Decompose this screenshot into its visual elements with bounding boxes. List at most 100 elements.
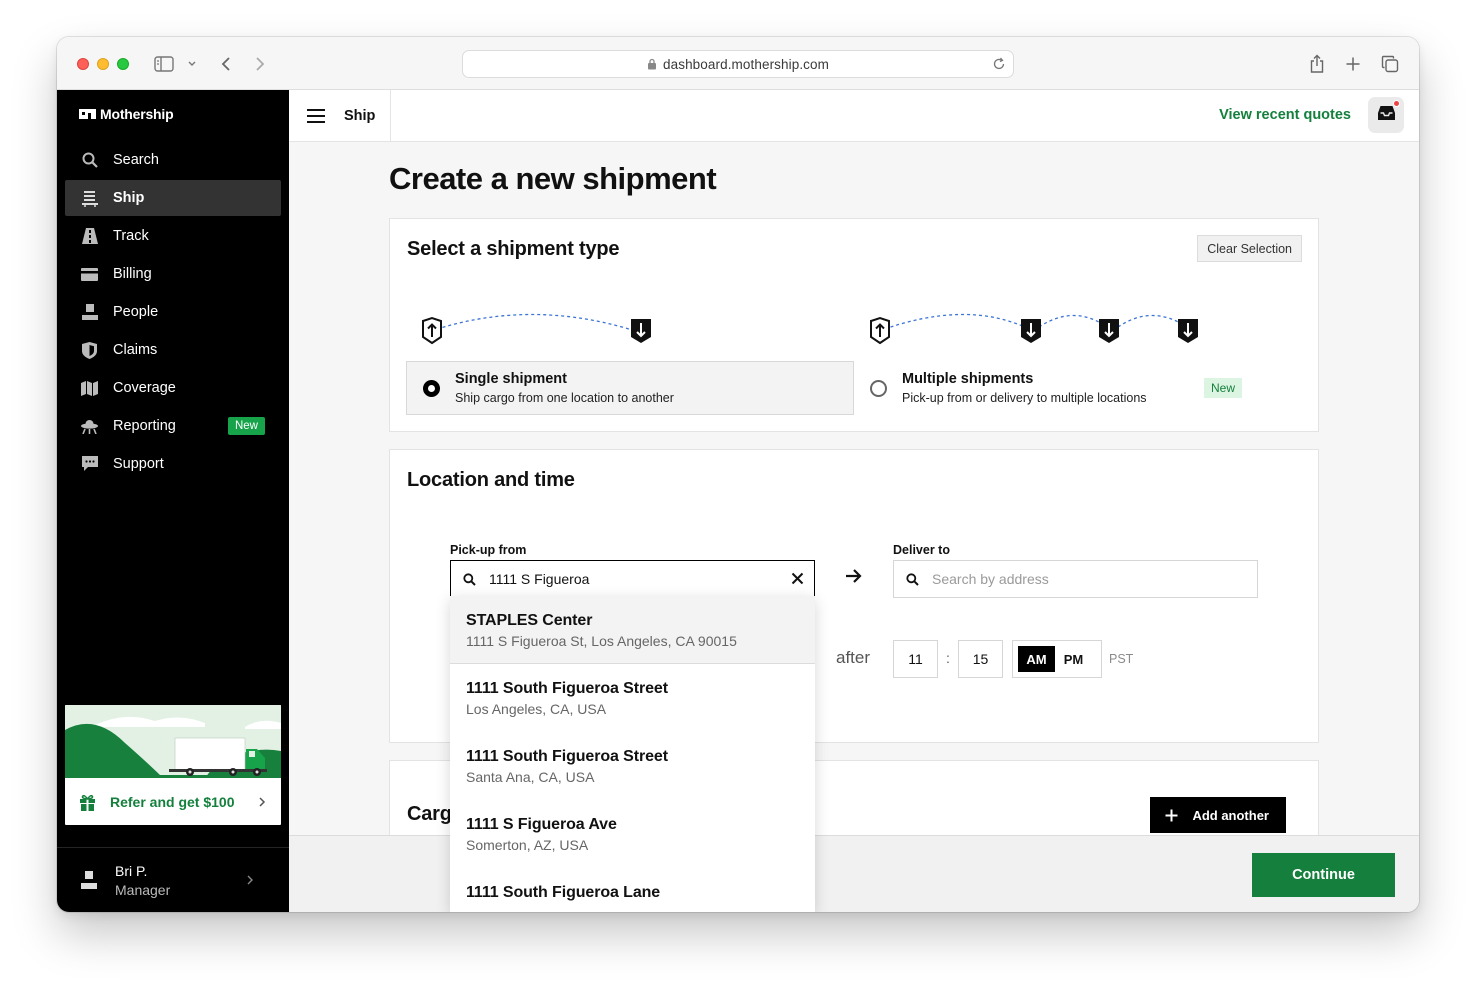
- lock-icon: [647, 58, 657, 70]
- minute-input[interactable]: 15: [958, 640, 1003, 678]
- dropoff-marker-icon: [1099, 319, 1119, 343]
- sidebar-item-search[interactable]: Search: [65, 142, 281, 178]
- suggestion-name: 1111 S Figueroa Ave: [466, 816, 617, 833]
- share-icon[interactable]: [1306, 53, 1328, 75]
- address-bar[interactable]: dashboard.mothership.com: [462, 50, 1014, 78]
- reload-icon[interactable]: [992, 57, 1006, 74]
- suggestion-name: 1111 South Figueroa Street: [466, 680, 668, 697]
- chevron-right-icon: [258, 795, 266, 811]
- sidebar-item-people[interactable]: People: [65, 294, 281, 330]
- pm-option[interactable]: PM: [1055, 646, 1092, 672]
- chevron-right-icon: [246, 873, 254, 891]
- sidebar-item-claims[interactable]: Claims: [65, 332, 281, 368]
- header-section-title: Ship: [344, 107, 376, 124]
- shipment-type-card: Select a shipment type Clear Selection S…: [389, 218, 1319, 432]
- sidebar-item-label: Ship: [113, 190, 145, 206]
- hour-input[interactable]: 11: [893, 640, 938, 678]
- ufo-icon: [81, 418, 98, 435]
- deliver-placeholder: Search by address: [932, 571, 1049, 587]
- plus-icon: [1165, 809, 1178, 822]
- credit-card-icon: [81, 266, 98, 283]
- suggestion-address: Santa Ana, CA, USA: [466, 769, 595, 785]
- mothership-logo-icon: [79, 109, 96, 119]
- brand-logo[interactable]: Mothership: [79, 106, 174, 122]
- suggestion-address: Los Angeles, CA, USA: [466, 701, 607, 717]
- ship-list-icon: [81, 190, 98, 207]
- search-icon: [906, 572, 919, 586]
- suggestion-item[interactable]: 1111 S Figueroa Ave Somerton, AZ, USA: [450, 800, 815, 868]
- user-role: Manager: [115, 881, 171, 898]
- new-badge: New: [1204, 378, 1243, 398]
- sidebar-item-label: Search: [113, 152, 159, 168]
- route-illustration: [422, 313, 1198, 345]
- clear-input-icon[interactable]: [791, 572, 804, 585]
- suggestion-item[interactable]: 1111 South Figueroa Street Los Angeles, …: [450, 664, 815, 732]
- sidebar-item-label: Support: [113, 456, 164, 472]
- app-header: Ship View recent quotes: [289, 90, 1419, 142]
- inbox-button[interactable]: [1368, 97, 1404, 133]
- sidebar-item-reporting[interactable]: Reporting New: [65, 408, 281, 444]
- browser-window: dashboard.mothership.com Mothership Sear…: [57, 37, 1419, 912]
- search-icon: [463, 572, 476, 586]
- radio-unselected[interactable]: [870, 379, 887, 397]
- continue-button[interactable]: Continue: [1252, 853, 1395, 897]
- user-menu[interactable]: Bri P. Manager: [57, 847, 289, 912]
- tab-overview-icon[interactable]: [1379, 53, 1401, 75]
- search-icon: [81, 152, 98, 169]
- card-title: Location and time: [407, 469, 575, 491]
- sidebar-item-support[interactable]: Support: [65, 446, 281, 482]
- suggestion-item[interactable]: 1111 South Figueroa Street Santa Ana, CA…: [450, 732, 815, 800]
- road-icon: [81, 228, 98, 245]
- option-subtitle: Ship cargo from one location to another: [455, 391, 674, 405]
- forward-arrow-icon[interactable]: [249, 53, 271, 75]
- zoom-window-button[interactable]: [117, 58, 129, 70]
- option-subtitle: Pick-up from or delivery to multiple loc…: [902, 391, 1147, 405]
- shield-icon: [81, 341, 98, 359]
- refer-label: Refer and get $100: [110, 794, 235, 810]
- sidebar-item-ship[interactable]: Ship: [65, 180, 281, 216]
- new-tab-icon[interactable]: [1342, 53, 1364, 75]
- new-badge: New: [227, 417, 265, 435]
- arrow-right-icon: [845, 568, 863, 584]
- dropoff-marker-icon: [631, 319, 651, 343]
- radio-selected[interactable]: [423, 379, 440, 397]
- address-suggestions-dropdown: STAPLES Center 1111 S Figueroa St, Los A…: [450, 596, 815, 912]
- deliver-input[interactable]: Search by address: [893, 560, 1258, 598]
- option-title: Multiple shipments: [902, 371, 1034, 387]
- sidebar-toggle-icon[interactable]: [153, 53, 175, 75]
- time-separator: :: [946, 650, 950, 666]
- pickup-value: 1111 S Figueroa: [489, 571, 590, 587]
- gift-icon: [79, 794, 96, 811]
- page-title: Create a new shipment: [389, 161, 717, 196]
- avatar: [81, 871, 99, 889]
- sidebar-item-coverage[interactable]: Coverage: [65, 370, 281, 406]
- browser-toolbar: dashboard.mothership.com: [57, 37, 1419, 90]
- am-pm-toggle: AM PM: [1012, 640, 1102, 678]
- inbox-icon: [1377, 105, 1395, 125]
- multiple-shipments-option[interactable]: Multiple shipments Pick-up from or deliv…: [854, 361, 1302, 415]
- clear-selection-button[interactable]: Clear Selection: [1197, 235, 1302, 262]
- refer-link[interactable]: Refer and get $100: [65, 779, 281, 825]
- back-arrow-icon[interactable]: [215, 53, 237, 75]
- am-option[interactable]: AM: [1018, 646, 1055, 672]
- close-window-button[interactable]: [77, 58, 89, 70]
- card-title: Select a shipment type: [407, 238, 620, 260]
- chevron-down-icon[interactable]: [181, 53, 203, 75]
- add-another-label: Add another: [1192, 807, 1269, 823]
- minimize-window-button[interactable]: [97, 58, 109, 70]
- suggestion-item[interactable]: STAPLES Center 1111 S Figueroa St, Los A…: [450, 596, 815, 664]
- sidebar-item-billing[interactable]: Billing: [65, 256, 281, 292]
- sidebar-item-label: Claims: [113, 342, 158, 358]
- suggestion-item[interactable]: 1111 South Figueroa Lane: [450, 868, 815, 912]
- sidebar-item-label: People: [113, 304, 159, 320]
- sidebar-item-label: Track: [113, 228, 149, 244]
- timezone-label: PST: [1109, 652, 1134, 666]
- refer-card[interactable]: Refer and get $100: [65, 705, 281, 825]
- menu-button[interactable]: Ship: [289, 90, 391, 141]
- add-another-button[interactable]: Add another: [1150, 797, 1286, 833]
- pickup-input[interactable]: 1111 S Figueroa: [450, 560, 815, 598]
- single-shipment-option[interactable]: Single shipment Ship cargo from one loca…: [406, 361, 854, 415]
- sidebar-item-track[interactable]: Track: [65, 218, 281, 254]
- view-recent-quotes-link[interactable]: View recent quotes: [1219, 107, 1351, 123]
- dropoff-marker-icon: [1021, 319, 1041, 343]
